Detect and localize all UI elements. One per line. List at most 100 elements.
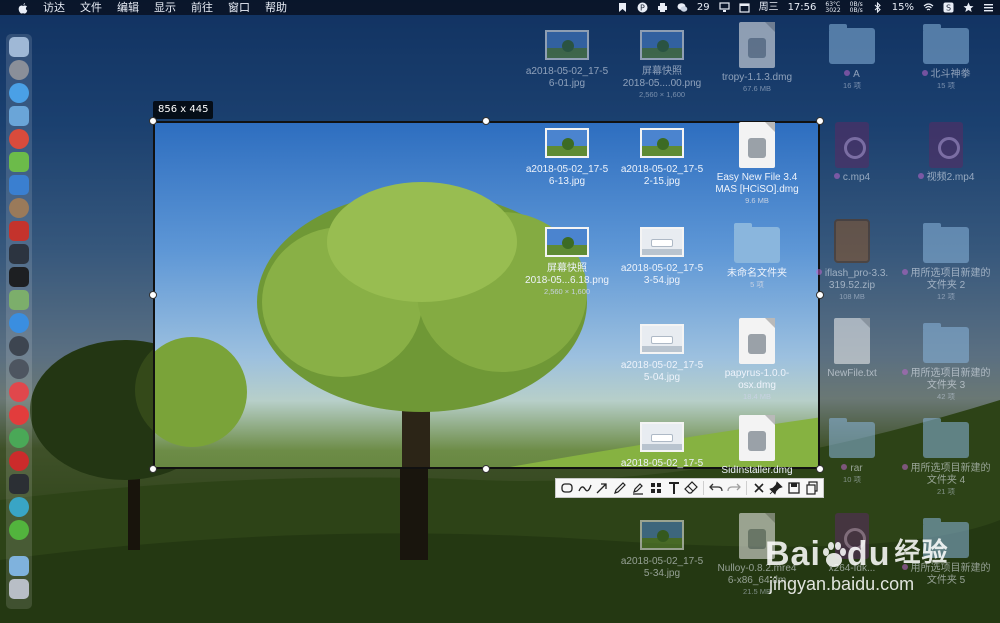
eraser-icon[interactable]: [683, 480, 699, 496]
file-name: 用所选项目新建的: [910, 368, 991, 379]
file-name-line2: 5-04.jpg: [643, 372, 681, 383]
menu-window[interactable]: 窗口: [228, 0, 250, 15]
file-meta: 5 项: [750, 280, 764, 289]
desktop-file[interactable]: 视频2.mp4: [899, 122, 993, 184]
pin-icon[interactable]: [769, 480, 785, 496]
wechat-icon[interactable]: [9, 520, 29, 540]
menu-list-icon[interactable]: [983, 2, 994, 13]
terminal-icon[interactable]: [9, 474, 29, 494]
desktop-file[interactable]: a2018-05-02_17-5 3-54.jpg: [615, 227, 709, 287]
yandex-icon[interactable]: [9, 405, 29, 425]
calendar-icon[interactable]: [738, 2, 750, 13]
apple-menu-icon[interactable]: [18, 2, 28, 14]
app-icon[interactable]: [9, 359, 29, 379]
ellipse-icon[interactable]: [577, 480, 593, 496]
pen-icon[interactable]: [612, 480, 628, 496]
app-icon[interactable]: [9, 497, 29, 517]
terminal-icon[interactable]: [9, 267, 29, 287]
safari-icon[interactable]: [9, 83, 29, 103]
mosaic-icon[interactable]: [648, 480, 664, 496]
day-label[interactable]: 周三: [759, 0, 779, 15]
file-meta: 15 项: [937, 81, 955, 90]
app-icon[interactable]: [9, 175, 29, 195]
desktop-file[interactable]: 屏幕快照 2018-05...6.18.png 2,560 × 1,600: [520, 227, 614, 297]
preview-icon[interactable]: [9, 106, 29, 126]
desktop-folder[interactable]: 用所选项目新建的 文件夹 4 21 项: [899, 416, 993, 497]
desktop-file[interactable]: tropy-1.1.3.dmg 67.6 MB: [710, 22, 804, 94]
desktop-file[interactable]: papyrus-1.0.0- osx.dmg 18.4 MB: [710, 318, 804, 402]
trash-icon[interactable]: [9, 579, 29, 599]
menu-edit[interactable]: 编辑: [117, 0, 139, 15]
display-icon[interactable]: [718, 2, 730, 13]
resize-handle-top[interactable]: [482, 117, 490, 125]
weibo-icon[interactable]: [9, 382, 29, 402]
desktop-file[interactable]: Easy New File 3.4 MAS [HCiSO].dmg 9.6 MB: [710, 122, 804, 206]
finder-icon[interactable]: [9, 37, 29, 57]
watermark-url: jingyan.baidu.com: [769, 574, 915, 594]
app-store-icon[interactable]: [9, 313, 29, 333]
bluetooth-icon[interactable]: [872, 2, 883, 13]
resize-handle-bottom-left[interactable]: [149, 465, 157, 473]
copy-icon[interactable]: [804, 480, 820, 496]
marker-icon[interactable]: [630, 480, 646, 496]
star-icon[interactable]: [963, 2, 974, 13]
desktop-file[interactable]: c.mp4: [805, 122, 899, 184]
menu-go[interactable]: 前往: [191, 0, 213, 15]
desktop-file[interactable]: a2018-05-02_17-5 6-01.jpg: [520, 30, 614, 90]
menu-view[interactable]: 显示: [154, 0, 176, 15]
desktop-file[interactable]: SidInstaller.dmg: [710, 415, 804, 477]
close-icon[interactable]: [751, 480, 767, 496]
resize-handle-left[interactable]: [149, 291, 157, 299]
desktop-folder[interactable]: rar 10 项: [805, 416, 899, 485]
desktop-file[interactable]: a2018-05-02_17-5 5-34.jpg: [615, 520, 709, 580]
app-icon[interactable]: [9, 129, 29, 149]
desktop-file[interactable]: a2018-05-02_17-5 6-13.jpg: [520, 128, 614, 188]
wechat-icon[interactable]: [677, 2, 688, 13]
clock[interactable]: 17:56: [788, 0, 817, 15]
desktop-file[interactable]: a2018-05-02_17-5: [615, 422, 709, 470]
vivaldi-icon[interactable]: [9, 451, 29, 471]
rect-icon[interactable]: [559, 480, 575, 496]
app-s-icon[interactable]: S: [943, 2, 954, 13]
desktop-file[interactable]: iflash_pro-3.3. 319.52.zip 108 MB: [805, 218, 899, 302]
desktop-folder[interactable]: 未命名文件夹 5 项: [710, 221, 804, 290]
activity-monitor-icon[interactable]: [9, 244, 29, 264]
desktop-folder[interactable]: 用所选项目新建的 文件夹 3 42 项: [899, 321, 993, 402]
menu-file[interactable]: 文件: [80, 0, 102, 15]
desktop-file[interactable]: a2018-05-02_17-5 2-15.jpg: [615, 128, 709, 188]
wifi-icon[interactable]: [923, 2, 934, 13]
printer-icon[interactable]: [657, 2, 668, 13]
arrow-icon[interactable]: [595, 480, 611, 496]
desktop-folder[interactable]: A 16 项: [805, 22, 899, 91]
save-icon[interactable]: [786, 480, 802, 496]
file-name: a2018-05-02_17-5: [620, 556, 704, 567]
file-meta: 16 项: [843, 81, 861, 90]
text-icon[interactable]: [666, 480, 682, 496]
desktop-file[interactable]: a2018-05-02_17-5 5-04.jpg: [615, 324, 709, 384]
redo-icon[interactable]: [726, 480, 742, 496]
selection-size-label: 856 x 445: [153, 101, 214, 119]
settings-icon[interactable]: [9, 198, 29, 218]
desktop-file[interactable]: NewFile.txt: [805, 318, 899, 380]
p-icon[interactable]: P: [637, 2, 648, 13]
app-icon[interactable]: [9, 221, 29, 241]
folder-icon: [923, 223, 969, 263]
dmg-icon: [739, 318, 775, 364]
desktop-folder[interactable]: 用所选项目新建的 文件夹 2 12 项: [899, 221, 993, 302]
resize-handle-top-left[interactable]: [149, 117, 157, 125]
chrome-icon[interactable]: [9, 428, 29, 448]
launchpad-icon[interactable]: [9, 60, 29, 80]
notification-count: 29: [696, 2, 710, 13]
android-icon[interactable]: [9, 152, 29, 172]
desktop-folder[interactable]: 北斗神拳 15 项: [899, 22, 993, 91]
app-icon[interactable]: [9, 336, 29, 356]
bookmark-icon[interactable]: [617, 2, 628, 13]
resize-handle-bottom[interactable]: [482, 465, 490, 473]
maps-icon[interactable]: [9, 290, 29, 310]
undo-icon[interactable]: [708, 480, 724, 496]
file-name: 用所选项目新建的: [910, 463, 991, 474]
menu-help[interactable]: 帮助: [265, 0, 287, 15]
menu-finder[interactable]: 访达: [43, 0, 65, 15]
desktop-file[interactable]: 屏幕快照 2018-05....00.png 2,560 × 1,600: [615, 30, 709, 100]
downloads-folder-icon[interactable]: [9, 556, 29, 576]
